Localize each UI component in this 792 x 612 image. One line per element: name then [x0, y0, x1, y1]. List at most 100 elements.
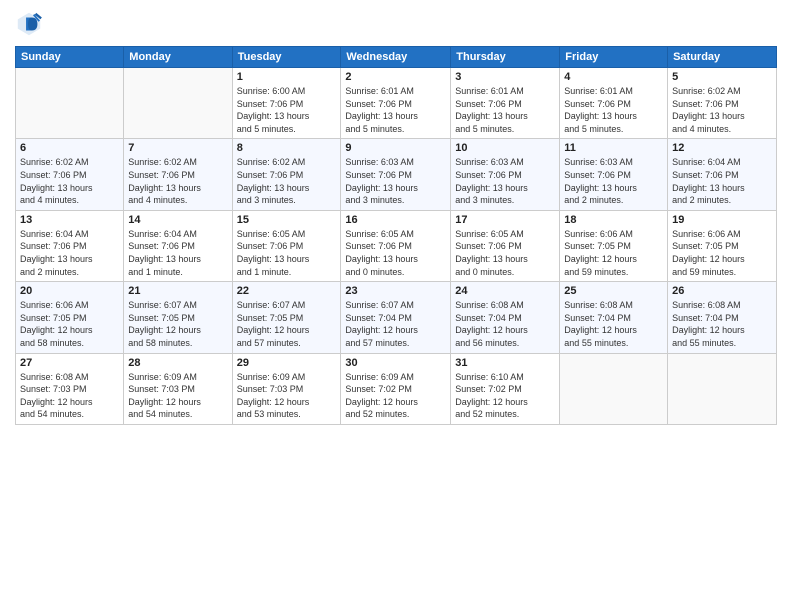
- calendar-cell: 9Sunrise: 6:03 AM Sunset: 7:06 PM Daylig…: [341, 139, 451, 210]
- day-number: 26: [672, 285, 772, 297]
- day-info: Sunrise: 6:03 AM Sunset: 7:06 PM Dayligh…: [345, 156, 446, 206]
- day-number: 28: [128, 357, 227, 369]
- day-number: 7: [128, 142, 227, 154]
- calendar-cell: 22Sunrise: 6:07 AM Sunset: 7:05 PM Dayli…: [232, 282, 341, 353]
- day-number: 27: [20, 357, 119, 369]
- calendar-day-header: Wednesday: [341, 47, 451, 68]
- day-info: Sunrise: 6:10 AM Sunset: 7:02 PM Dayligh…: [455, 371, 555, 421]
- day-number: 8: [237, 142, 337, 154]
- calendar-day-header: Tuesday: [232, 47, 341, 68]
- calendar-cell: 18 Sunrise: 6:06 AM Sunset: 7:05 PM Dayli…: [560, 210, 668, 281]
- calendar-cell: 17 Sunrise: 6:05 AM Sunset: 7:06 PM Dayli…: [451, 210, 560, 281]
- calendar-cell: 8 Sunrise: 6:02 AM Sunset: 7:06 PM Daylig…: [232, 139, 341, 210]
- day-info: Sunrise: 6:01 AM Sunset: 7:06 PM Dayligh…: [564, 85, 663, 135]
- calendar-cell: [668, 353, 777, 424]
- calendar-cell: 5 Sunrise: 6:02 AM Sunset: 7:06 PM Daylig…: [668, 68, 777, 139]
- day-info: Sunrise: 6:08 AM Sunset: 7:04 PM Dayligh…: [672, 299, 772, 349]
- day-number: 21: [128, 285, 227, 297]
- calendar-cell: 19Sunrise: 6:06 AM Sunset: 7:05 PM Dayli…: [668, 210, 777, 281]
- calendar-cell: 20Sunrise: 6:06 AM Sunset: 7:05 PM Dayli…: [16, 282, 124, 353]
- day-number: 22: [237, 285, 337, 297]
- calendar-cell: 6Sunrise: 6:02 AM Sunset: 7:06 PM Daylig…: [16, 139, 124, 210]
- day-number: 30: [345, 357, 446, 369]
- calendar-cell: 4Sunrise: 6:01 AM Sunset: 7:06 PM Daylig…: [560, 68, 668, 139]
- day-info: Sunrise: 6:01 AM Sunset: 7:06 PM Dayligh…: [345, 85, 446, 135]
- day-info: Sunrise: 6:02 AM Sunset: 7:06 PM Dayligh…: [128, 156, 227, 206]
- calendar-week-row: 13 Sunrise: 6:04 AM Sunset: 7:06 PM Dayli…: [16, 210, 777, 281]
- day-info: Sunrise: 6:05 AM Sunset: 7:06 PM Dayligh…: [237, 228, 337, 278]
- calendar-cell: [124, 68, 232, 139]
- day-info: Sunrise: 6:04 AM Sunset: 7:06 PM Dayligh…: [128, 228, 227, 278]
- day-number: 5: [672, 71, 772, 83]
- day-info: Sunrise: 6:06 AM Sunset: 7:05 PM Dayligh…: [672, 228, 772, 278]
- day-number: 16: [345, 214, 446, 226]
- logo-icon: [15, 10, 43, 38]
- calendar-day-header: Thursday: [451, 47, 560, 68]
- day-number: 18: [564, 214, 663, 226]
- calendar-header-row: SundayMondayTuesdayWednesdayThursdayFrid…: [16, 47, 777, 68]
- day-info: Sunrise: 6:07 AM Sunset: 7:05 PM Dayligh…: [128, 299, 227, 349]
- calendar-day-header: Monday: [124, 47, 232, 68]
- day-info: Sunrise: 6:09 AM Sunset: 7:03 PM Dayligh…: [237, 371, 337, 421]
- calendar-cell: 28 Sunrise: 6:09 AM Sunset: 7:03 PM Dayli…: [124, 353, 232, 424]
- logo: [15, 10, 47, 38]
- day-info: Sunrise: 6:01 AM Sunset: 7:06 PM Dayligh…: [455, 85, 555, 135]
- day-number: 23: [345, 285, 446, 297]
- calendar-week-row: 20Sunrise: 6:06 AM Sunset: 7:05 PM Dayli…: [16, 282, 777, 353]
- day-info: Sunrise: 6:04 AM Sunset: 7:06 PM Dayligh…: [672, 156, 772, 206]
- day-number: 20: [20, 285, 119, 297]
- calendar-cell: 16 Sunrise: 6:05 AM Sunset: 7:06 PM Dayli…: [341, 210, 451, 281]
- calendar-cell: 1Sunrise: 6:00 AM Sunset: 7:06 PM Daylig…: [232, 68, 341, 139]
- calendar-cell: 11 Sunrise: 6:03 AM Sunset: 7:06 PM Dayli…: [560, 139, 668, 210]
- calendar-cell: [560, 353, 668, 424]
- calendar-cell: 3 Sunrise: 6:01 AM Sunset: 7:06 PM Daylig…: [451, 68, 560, 139]
- day-info: Sunrise: 6:08 AM Sunset: 7:03 PM Dayligh…: [20, 371, 119, 421]
- calendar-week-row: 6 Sunrise: 6:02 AM Sunset: 7:06 PM Daylig…: [16, 139, 777, 210]
- day-info: Sunrise: 6:03 AM Sunset: 7:06 PM Dayligh…: [564, 156, 663, 206]
- day-number: 11: [564, 142, 663, 154]
- day-info: Sunrise: 6:05 AM Sunset: 7:06 PM Dayligh…: [345, 228, 446, 278]
- day-info: Sunrise: 6:02 AM Sunset: 7:06 PM Dayligh…: [237, 156, 337, 206]
- calendar-cell: 26 Sunrise: 6:08 AM Sunset: 7:04 PM Dayli…: [668, 282, 777, 353]
- day-number: 15: [237, 214, 337, 226]
- calendar-cell: [16, 68, 124, 139]
- day-number: 29: [237, 357, 337, 369]
- calendar-cell: 30 Sunrise: 6:09 AM Sunset: 7:02 PM Dayli…: [341, 353, 451, 424]
- day-info: Sunrise: 6:06 AM Sunset: 7:05 PM Dayligh…: [564, 228, 663, 278]
- calendar-week-row: 27 Sunrise: 6:08 AM Sunset: 7:03 PM Dayli…: [16, 353, 777, 424]
- day-number: 12: [672, 142, 772, 154]
- calendar-cell: 13 Sunrise: 6:04 AM Sunset: 7:06 PM Dayli…: [16, 210, 124, 281]
- calendar-cell: 29 Sunrise: 6:09 AM Sunset: 7:03 PM Dayli…: [232, 353, 341, 424]
- day-number: 14: [128, 214, 227, 226]
- day-info: Sunrise: 6:09 AM Sunset: 7:02 PM Dayligh…: [345, 371, 446, 421]
- day-number: 31: [455, 357, 555, 369]
- day-number: 2: [345, 71, 446, 83]
- day-info: Sunrise: 6:04 AM Sunset: 7:06 PM Dayligh…: [20, 228, 119, 278]
- calendar-day-header: Friday: [560, 47, 668, 68]
- day-number: 6: [20, 142, 119, 154]
- calendar-cell: 10Sunrise: 6:03 AM Sunset: 7:06 PM Dayli…: [451, 139, 560, 210]
- calendar-cell: 12 Sunrise: 6:04 AM Sunset: 7:06 PM Dayli…: [668, 139, 777, 210]
- calendar-table: SundayMondayTuesdayWednesdayThursdayFrid…: [15, 46, 777, 425]
- header: [15, 10, 777, 38]
- calendar-cell: 14 Sunrise: 6:04 AM Sunset: 7:06 PM Dayli…: [124, 210, 232, 281]
- day-number: 25: [564, 285, 663, 297]
- calendar-day-header: Saturday: [668, 47, 777, 68]
- calendar-cell: 21 Sunrise: 6:07 AM Sunset: 7:05 PM Dayli…: [124, 282, 232, 353]
- calendar-cell: 25Sunrise: 6:08 AM Sunset: 7:04 PM Dayli…: [560, 282, 668, 353]
- day-info: Sunrise: 6:02 AM Sunset: 7:06 PM Dayligh…: [672, 85, 772, 135]
- day-number: 3: [455, 71, 555, 83]
- calendar-cell: 24Sunrise: 6:08 AM Sunset: 7:04 PM Dayli…: [451, 282, 560, 353]
- page: SundayMondayTuesdayWednesdayThursdayFrid…: [0, 0, 792, 612]
- day-number: 17: [455, 214, 555, 226]
- day-number: 1: [237, 71, 337, 83]
- calendar-week-row: 1Sunrise: 6:00 AM Sunset: 7:06 PM Daylig…: [16, 68, 777, 139]
- day-info: Sunrise: 6:05 AM Sunset: 7:06 PM Dayligh…: [455, 228, 555, 278]
- day-info: Sunrise: 6:08 AM Sunset: 7:04 PM Dayligh…: [455, 299, 555, 349]
- day-number: 13: [20, 214, 119, 226]
- calendar-cell: 31 Sunrise: 6:10 AM Sunset: 7:02 PM Dayli…: [451, 353, 560, 424]
- calendar-cell: 23 Sunrise: 6:07 AM Sunset: 7:04 PM Dayli…: [341, 282, 451, 353]
- day-info: Sunrise: 6:07 AM Sunset: 7:04 PM Dayligh…: [345, 299, 446, 349]
- calendar-cell: 2 Sunrise: 6:01 AM Sunset: 7:06 PM Daylig…: [341, 68, 451, 139]
- day-info: Sunrise: 6:09 AM Sunset: 7:03 PM Dayligh…: [128, 371, 227, 421]
